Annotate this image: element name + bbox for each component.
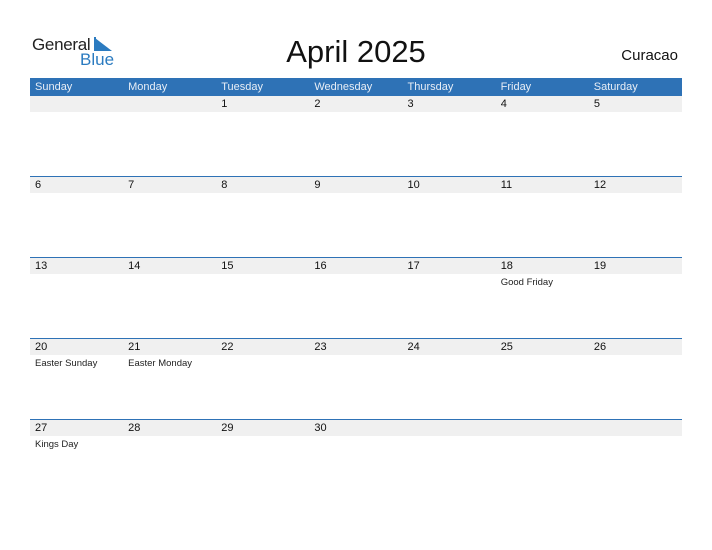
day-cell: 9 — [309, 177, 402, 258]
day-number: 7 — [128, 179, 135, 191]
day-number: 8 — [221, 179, 228, 191]
day-cell: 18 Good Friday — [496, 258, 589, 339]
day-cell — [30, 96, 123, 177]
day-cell — [403, 420, 496, 501]
day-cell — [589, 420, 682, 501]
day-number: 24 — [407, 341, 420, 353]
weekday-header: Sunday Monday Tuesday Wednesday Thursday… — [30, 78, 682, 96]
day-number: 23 — [314, 341, 327, 353]
day-cell: 17 — [403, 258, 496, 339]
day-cell: 10 — [403, 177, 496, 258]
day-cell: 30 — [309, 420, 402, 501]
day-number: 1 — [221, 98, 228, 110]
day-number: 11 — [500, 179, 513, 191]
day-cell: 2 — [309, 96, 402, 177]
day-cell: 22 — [216, 339, 309, 420]
day-number: 28 — [128, 422, 141, 434]
calendar-title: April 2025 — [286, 34, 426, 69]
day-cell: 7 — [123, 177, 216, 258]
day-number: 16 — [314, 260, 327, 272]
day-cell: 23 — [309, 339, 402, 420]
holiday-label: Easter Sunday — [35, 358, 98, 369]
country-label: Curacao — [621, 47, 678, 64]
week-row: 20 Easter Sunday 21 Easter Monday 22 23 24 25 26 — [30, 338, 682, 420]
weekday-tuesday: Tuesday — [221, 81, 264, 93]
day-cell: 3 — [403, 96, 496, 177]
day-cell: 27 Kings Day — [30, 420, 123, 501]
day-cell: 8 — [216, 177, 309, 258]
day-number: 30 — [314, 422, 327, 434]
day-number: 12 — [593, 179, 607, 191]
weekday-thursday: Thursday — [407, 81, 454, 93]
day-cell: 21 Easter Monday — [123, 339, 216, 420]
day-cell: 24 — [403, 339, 496, 420]
day-number: 18 — [500, 260, 513, 272]
day-number: 5 — [593, 98, 600, 110]
day-number: 29 — [221, 422, 234, 434]
day-cell: 5 — [589, 96, 682, 177]
day-number: 14 — [128, 260, 141, 272]
day-number: 15 — [221, 260, 234, 272]
day-number: 4 — [500, 98, 507, 110]
day-number: 22 — [221, 341, 234, 353]
day-number: 25 — [500, 341, 513, 353]
day-number: 6 — [35, 179, 42, 191]
day-cell: 4 — [496, 96, 589, 177]
day-cell: 20 Easter Sunday — [30, 339, 123, 420]
week-row: 27 Kings Day 28 29 30 — [30, 419, 682, 501]
holiday-label: Kings Day — [35, 439, 79, 450]
day-number: 20 — [35, 341, 48, 353]
day-cell: 12 — [589, 177, 682, 258]
holiday-label: Good Friday — [500, 277, 553, 288]
weekday-sunday: Sunday — [35, 81, 73, 93]
day-cell — [123, 96, 216, 177]
day-cell: 15 — [216, 258, 309, 339]
weekday-monday: Monday — [128, 81, 168, 93]
day-number: 3 — [407, 98, 414, 110]
week-row: 13 14 15 16 17 18 Good Friday 19 — [30, 257, 682, 339]
day-cell: 6 — [30, 177, 123, 258]
day-cell: 19 — [589, 258, 682, 339]
day-number: 27 — [35, 422, 48, 434]
day-cell: 29 — [216, 420, 309, 501]
day-cell: 11 — [496, 177, 589, 258]
weekday-wednesday: Wednesday — [314, 81, 373, 93]
day-cell: 14 — [123, 258, 216, 339]
day-number: 26 — [593, 341, 607, 353]
week-row: 1 2 3 4 5 — [30, 96, 682, 177]
week-row: 6 7 8 9 10 11 12 — [30, 176, 682, 258]
day-number: 10 — [407, 179, 420, 191]
day-cell: 25 — [496, 339, 589, 420]
weekday-saturday: Saturday — [593, 81, 638, 93]
day-number: 13 — [35, 260, 48, 272]
day-cell: 1 — [216, 96, 309, 177]
day-number: 21 — [128, 341, 141, 353]
day-cell: 16 — [309, 258, 402, 339]
holiday-label: Easter Monday — [128, 358, 193, 369]
day-cell: 26 — [589, 339, 682, 420]
day-number: 2 — [314, 98, 321, 110]
weekday-friday: Friday — [500, 81, 532, 93]
day-number: 9 — [314, 179, 321, 191]
day-cell: 28 — [123, 420, 216, 501]
day-number: 17 — [407, 260, 420, 272]
day-number: 19 — [593, 260, 607, 272]
day-cell — [496, 420, 589, 501]
day-cell: 13 — [30, 258, 123, 339]
